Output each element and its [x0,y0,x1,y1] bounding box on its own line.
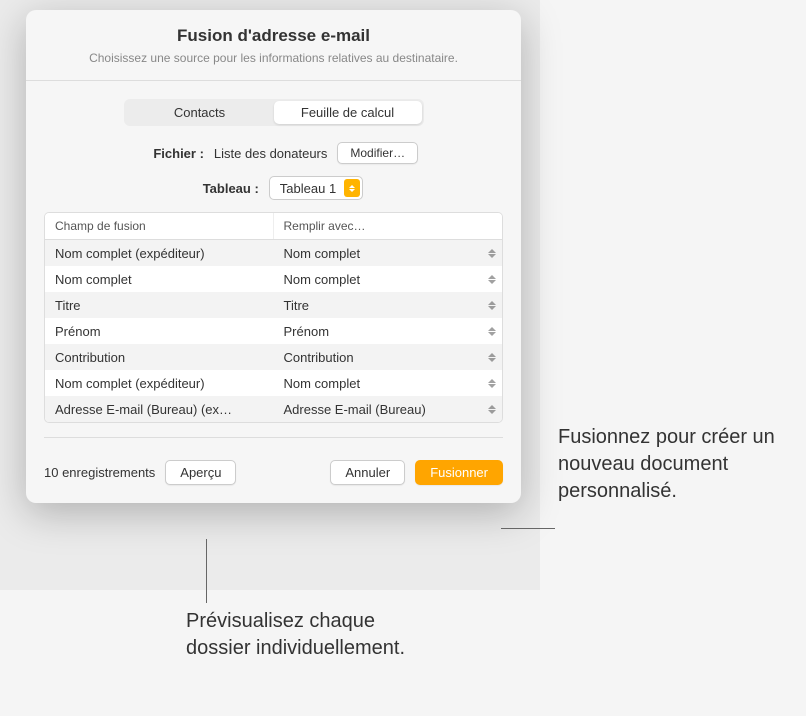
table-rows: Nom complet (expéditeur) Nom complet Nom… [45,240,502,422]
divider [44,437,503,438]
cell-fill-with[interactable]: Adresse E-mail (Bureau) [274,402,503,417]
cell-fill-value: Contribution [284,350,354,365]
table-select[interactable]: Tableau 1 [269,176,363,200]
modal-header: Fusion d'adresse e-mail Choisissez une s… [26,10,521,81]
preview-button[interactable]: Aperçu [165,460,236,485]
record-count: 10 enregistrements [44,465,155,480]
cell-fill-value: Nom complet [284,246,361,261]
cell-merge-field: Prénom [45,320,274,343]
merge-fields-table: Champ de fusion Remplir avec… Nom comple… [44,212,503,423]
table-row: Contribution Contribution [45,344,502,370]
cell-fill-with[interactable]: Prénom [274,324,503,339]
file-label: Fichier : [129,146,204,161]
cell-fill-with[interactable]: Nom complet [274,272,503,287]
cell-fill-with[interactable]: Contribution [274,350,503,365]
merge-callout: Fusionnez pour créer un nouveau document… [558,424,788,505]
modal-footer: 10 enregistrements Aperçu Annuler Fusion… [26,446,521,503]
preview-callout: Prévisualisez chaque dossier individuell… [186,608,406,662]
updown-icon [344,179,360,197]
change-file-button[interactable]: Modifier… [337,142,418,164]
table-select-value: Tableau 1 [280,181,336,196]
updown-icon [488,327,496,336]
callout-line [206,539,207,603]
updown-icon [488,405,496,414]
cell-merge-field: Contribution [45,346,274,369]
merge-button[interactable]: Fusionner [415,460,503,485]
cell-fill-value: Nom complet [284,272,361,287]
col-header-fill: Remplir avec… [274,213,503,239]
source-segmented-control: Contacts Feuille de calcul [124,99,424,126]
col-header-field: Champ de fusion [45,213,274,239]
cancel-button[interactable]: Annuler [330,460,405,485]
table-row: Nom complet Nom complet [45,266,502,292]
cell-fill-value: Titre [284,298,310,313]
updown-icon [488,249,496,258]
cell-fill-with[interactable]: Nom complet [274,376,503,391]
cell-fill-value: Prénom [284,324,330,339]
table-row: Adresse E-mail (Bureau) (ex… Adresse E-m… [45,396,502,422]
segment-contacts[interactable]: Contacts [126,101,274,124]
callout-line [501,528,555,529]
file-row: Fichier : Liste des donateurs Modifier… [44,142,503,164]
cell-fill-with[interactable]: Titre [274,298,503,313]
table-row: Nom complet (expéditeur) Nom complet [45,370,502,396]
cell-merge-field: Nom complet [45,268,274,291]
segment-spreadsheet[interactable]: Feuille de calcul [274,101,422,124]
updown-icon [488,301,496,310]
cell-fill-value: Nom complet [284,376,361,391]
table-row: Tableau : Tableau 1 [44,176,503,200]
updown-icon [488,275,496,284]
cell-merge-field: Adresse E-mail (Bureau) (ex… [45,398,274,421]
updown-icon [488,353,496,362]
cell-merge-field: Nom complet (expéditeur) [45,242,274,265]
cell-merge-field: Titre [45,294,274,317]
cell-fill-with[interactable]: Nom complet [274,246,503,261]
file-value: Liste des donateurs [214,146,327,161]
updown-icon [488,379,496,388]
table-header: Champ de fusion Remplir avec… [45,213,502,240]
modal-title: Fusion d'adresse e-mail [66,26,481,46]
table-row: Nom complet (expéditeur) Nom complet [45,240,502,266]
modal-subtitle: Choisissez une source pour les informati… [66,50,481,66]
table-row: Titre Titre [45,292,502,318]
modal-body: Contacts Feuille de calcul Fichier : Lis… [26,81,521,446]
table-row: Prénom Prénom [45,318,502,344]
mail-merge-modal: Fusion d'adresse e-mail Choisissez une s… [26,10,521,503]
cell-merge-field: Nom complet (expéditeur) [45,372,274,395]
table-label: Tableau : [184,181,259,196]
cell-fill-value: Adresse E-mail (Bureau) [284,402,426,417]
